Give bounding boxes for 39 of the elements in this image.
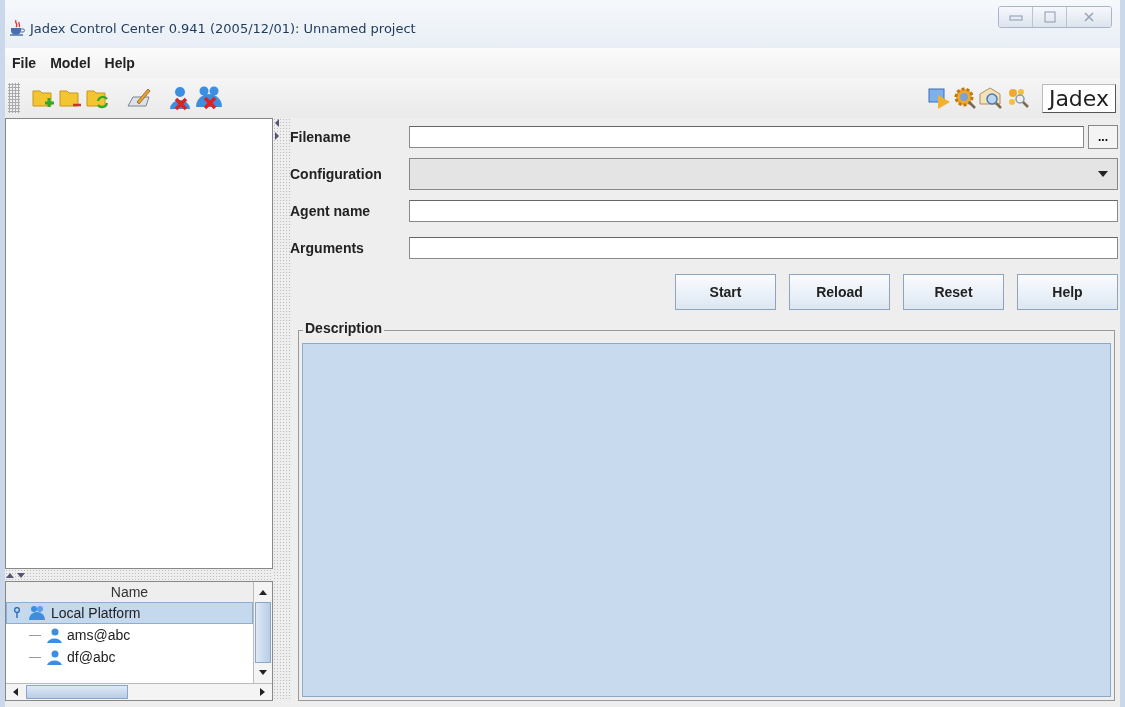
menu-item[interactable]: Help <box>104 55 135 71</box>
vertical-scrollbar[interactable] <box>253 582 272 683</box>
agent-icon <box>46 649 62 665</box>
java-cup-icon <box>8 19 26 37</box>
minimize-icon <box>1008 13 1023 21</box>
play-window-icon[interactable] <box>927 86 952 110</box>
envelope-magnifier-icon[interactable] <box>977 86 1004 110</box>
group-icon <box>28 605 46 621</box>
text-field[interactable] <box>409 236 1118 259</box>
window-title: Jadex Control Center 0.941 (2005/12/01): Unnamed project <box>30 20 416 36</box>
maximize-icon <box>1042 11 1057 23</box>
browse-button[interactable]: ... <box>1088 124 1118 149</box>
action-button[interactable]: Start <box>675 274 776 310</box>
menu-item[interactable]: File <box>12 55 37 71</box>
tree-row[interactable]: Local Platform <box>6 602 253 624</box>
tree-row[interactable]: ams@abc <box>6 624 253 646</box>
toolbar-grip[interactable] <box>8 83 20 113</box>
agent-icon <box>46 627 62 643</box>
text-field[interactable] <box>409 199 1118 222</box>
field-label: Filename <box>290 128 352 145</box>
action-button[interactable]: Help <box>1017 274 1118 310</box>
description-title: Description <box>303 320 384 336</box>
tree-row[interactable]: df@abc <box>6 646 253 668</box>
jadex-logo: Jadex <box>1041 83 1116 113</box>
text-field[interactable] <box>409 125 1084 148</box>
action-button[interactable]: Reload <box>789 274 890 310</box>
action-button[interactable]: Reset <box>903 274 1004 310</box>
remove-agents-icon[interactable] <box>194 85 224 111</box>
field-label: Agent name <box>290 202 372 219</box>
expand-handle-icon[interactable] <box>13 607 21 619</box>
column-header[interactable]: Name <box>6 582 253 602</box>
field-label: Configuration <box>290 165 383 182</box>
close-icon <box>1082 11 1096 23</box>
horizontal-scrollbar[interactable] <box>6 683 272 700</box>
remove-agent-icon[interactable] <box>167 85 193 111</box>
pencil-book-icon[interactable] <box>125 86 153 110</box>
menu-item[interactable]: Model <box>50 55 91 71</box>
gear-magnifier-icon[interactable] <box>952 86 977 110</box>
field-label: Arguments <box>290 239 365 256</box>
